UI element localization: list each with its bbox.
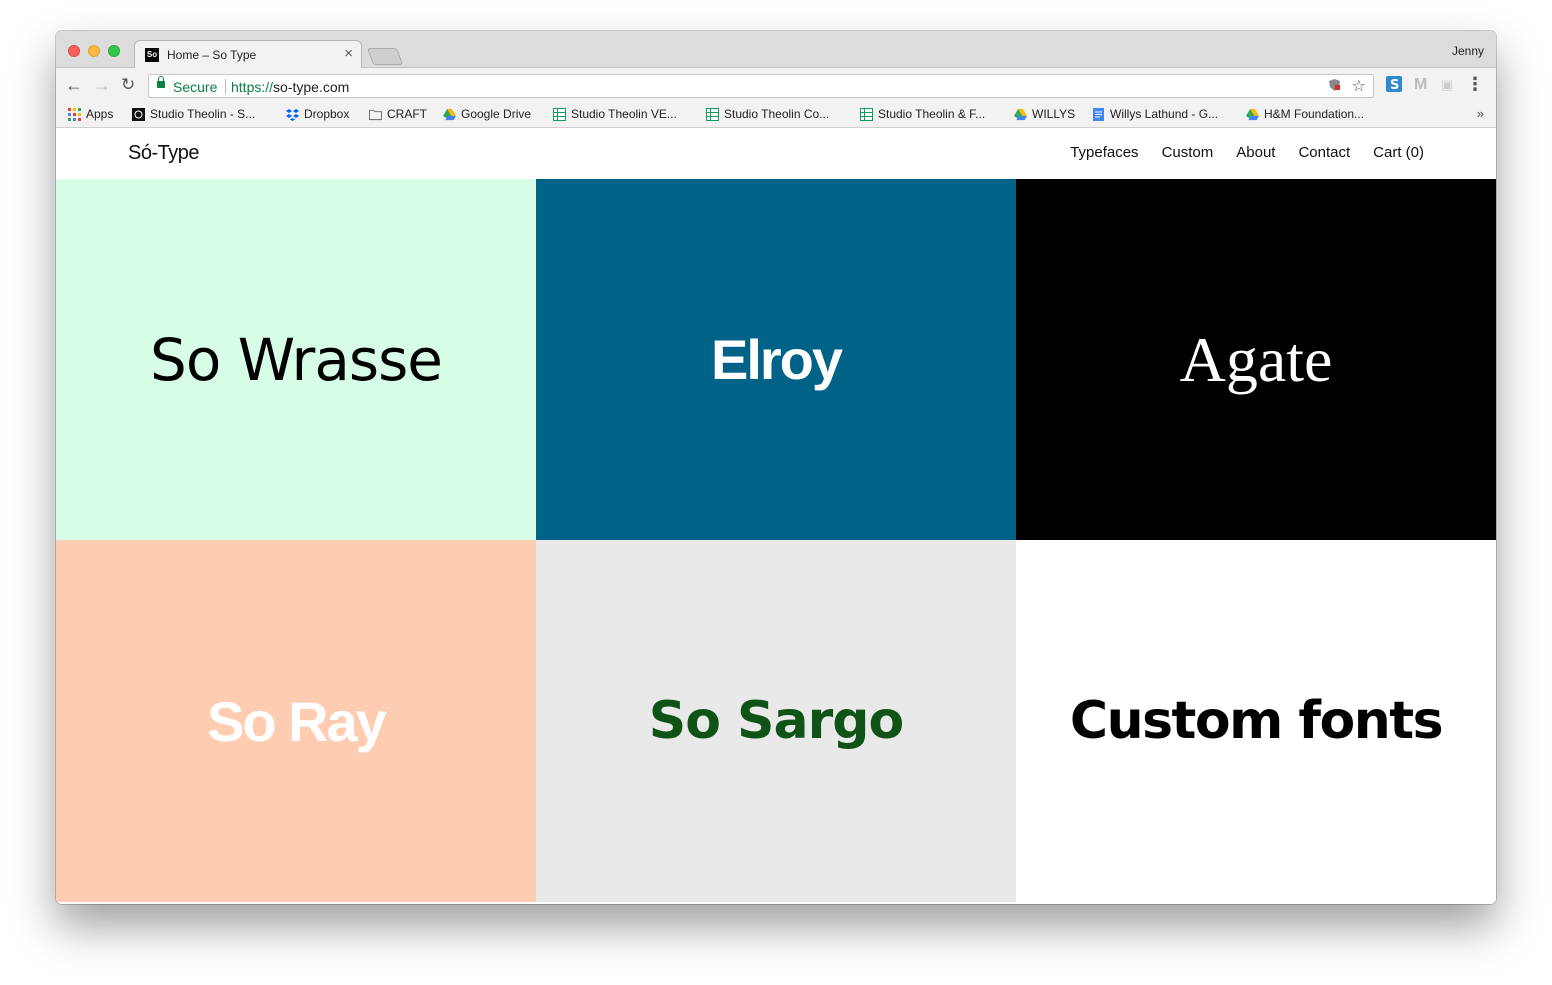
bookmark-label: H&M Foundation...: [1264, 107, 1365, 121]
svg-text:S: S: [1390, 78, 1399, 92]
extension-s-icon[interactable]: S: [1386, 76, 1402, 97]
nav-typefaces[interactable]: Typefaces: [1070, 144, 1138, 161]
address-bar[interactable]: Secure https://so-type.com ☆: [148, 74, 1374, 98]
extension-cast-icon[interactable]: ▣: [1441, 76, 1453, 94]
browser-window: So Home – So Type × Jenny ← → ↻ Secure h…: [56, 31, 1496, 904]
google-drive-icon: [1246, 108, 1259, 121]
tile-label-so-ray: So Ray: [207, 689, 387, 753]
nav-cart[interactable]: Cart (0): [1373, 144, 1424, 161]
tab-close-icon[interactable]: ×: [344, 46, 353, 62]
tile-label-so-wrasse: So Wrasse: [150, 325, 443, 394]
sheets-icon: [706, 108, 719, 121]
tab-strip: So Home – So Type × Jenny: [56, 31, 1496, 69]
typeface-grid: So Wrasse Elroy Agate So Ray So Sargo Cu…: [56, 179, 1496, 902]
nav-about[interactable]: About: [1236, 144, 1275, 161]
browser-toolbar: ← → ↻ Secure https://so-type.com ☆ S M ▣…: [56, 68, 1496, 103]
bookmark-label: Willys Lathund - G...: [1110, 107, 1219, 121]
shield-block-icon[interactable]: [1328, 78, 1341, 95]
back-arrow-icon[interactable]: ←: [65, 75, 83, 95]
forward-arrow-icon[interactable]: →: [93, 75, 111, 95]
tile-so-ray[interactable]: So Ray: [56, 540, 536, 902]
bookmark-label: Apps: [86, 107, 114, 121]
tile-so-wrasse[interactable]: So Wrasse: [56, 179, 536, 540]
site-logo[interactable]: Só-Type: [128, 142, 199, 165]
new-tab-button[interactable]: [366, 48, 404, 65]
site-favicon-icon: So: [145, 48, 159, 62]
bookmark-label: Studio Theolin & F...: [878, 107, 986, 121]
tile-label-elroy: Elroy: [710, 328, 843, 391]
tile-label-custom-fonts: Custom fonts: [1069, 691, 1444, 751]
docs-icon: [1093, 108, 1104, 121]
tile-custom-fonts[interactable]: Custom fonts: [1016, 540, 1496, 902]
bookmarks-bar: Apps Studio Theolin - S... Dropbox CRAFT…: [56, 103, 1496, 128]
lock-icon: [157, 76, 165, 88]
secure-label: Secure: [173, 79, 218, 95]
bookmark-label: Studio Theolin Co...: [724, 107, 830, 121]
bookmark-label: Studio Theolin VE...: [571, 107, 677, 121]
tile-so-sargo[interactable]: So Sargo: [536, 540, 1016, 902]
address-separator: [225, 79, 226, 94]
apps-grid-icon: [68, 108, 81, 121]
window-minimize-button[interactable]: [88, 45, 100, 57]
url-scheme: https://: [231, 79, 274, 95]
url-text[interactable]: https://so-type.com: [231, 79, 349, 95]
browser-tab-active[interactable]: So Home – So Type ×: [134, 40, 362, 69]
google-drive-icon: [443, 108, 456, 121]
dropbox-icon: [286, 109, 299, 121]
tile-label-so-sargo: So Sargo: [648, 691, 904, 751]
bookmarks-overflow-icon[interactable]: »: [1477, 106, 1484, 121]
extension-m-icon[interactable]: M: [1414, 76, 1427, 94]
site-nav: Typefaces Custom About Contact Cart (0): [1070, 144, 1424, 161]
studio-theolin-icon: [132, 108, 145, 121]
google-drive-icon: [1014, 108, 1027, 121]
tile-agate[interactable]: Agate: [1016, 179, 1496, 540]
reload-icon[interactable]: ↻: [121, 75, 135, 95]
site-header: Só-Type Typefaces Custom About Contact C…: [56, 128, 1496, 179]
browser-menu-icon[interactable]: ⋮: [1466, 74, 1484, 95]
bookmark-label: Dropbox: [304, 107, 350, 121]
profile-name[interactable]: Jenny: [1452, 44, 1484, 58]
bookmark-label: WILLYS: [1032, 107, 1076, 121]
window-close-button[interactable]: [68, 45, 80, 57]
tile-label-agate: Agate: [1179, 323, 1333, 395]
nav-custom[interactable]: Custom: [1162, 144, 1214, 161]
bookmark-label: Studio Theolin - S...: [150, 107, 256, 121]
bookmark-label: Google Drive: [461, 107, 532, 121]
window-maximize-button[interactable]: [108, 45, 120, 57]
folder-icon: [369, 109, 382, 121]
sheets-icon: [553, 108, 566, 121]
url-host: so-type.com: [273, 79, 350, 95]
bookmark-star-icon[interactable]: ☆: [1352, 76, 1366, 96]
tile-elroy[interactable]: Elroy: [536, 179, 1016, 540]
nav-contact[interactable]: Contact: [1298, 144, 1350, 161]
tab-title: Home – So Type: [167, 48, 257, 62]
sheets-icon: [860, 108, 873, 121]
page-content: Só-Type Typefaces Custom About Contact C…: [56, 128, 1496, 904]
bookmark-label: CRAFT: [387, 107, 427, 121]
